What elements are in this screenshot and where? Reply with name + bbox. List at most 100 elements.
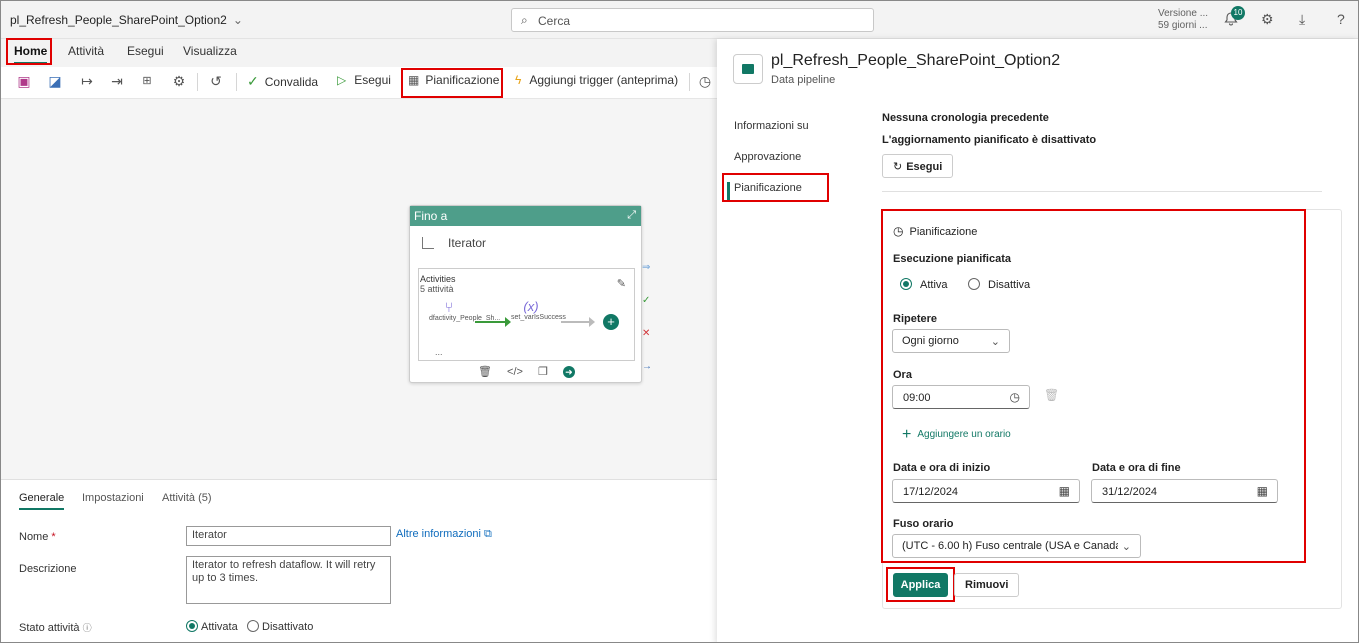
remove-button[interactable]: Rimuovi: [954, 573, 1020, 597]
tab-esegui[interactable]: Esegui: [127, 44, 164, 58]
toolbar-divider: [689, 73, 690, 91]
search-box[interactable]: ⌕ Cerca: [511, 8, 874, 32]
highlight-schedule-section: [881, 209, 1306, 563]
highlight-home-tab: [6, 38, 52, 65]
ribbon-tabs: Home Attività Esegui Visualizza: [1, 39, 717, 67]
run-button[interactable]: ▷ Esegui: [337, 73, 391, 87]
validate-button[interactable]: ✓ Convalida: [247, 73, 318, 90]
variable-icon: (x): [523, 299, 539, 314]
refresh-off-text: L'aggiornamento pianificato è disattivat…: [882, 134, 1097, 146]
more-info-text: Altre informazioni: [396, 528, 481, 540]
nav-informazioni[interactable]: Informazioni su: [734, 120, 809, 132]
search-placeholder: Cerca: [538, 14, 571, 28]
help-icon[interactable]: ?: [1337, 11, 1345, 27]
item-title-dropdown[interactable]: pl_Refresh_People_SharePoint_Option2 ⌄: [10, 13, 243, 27]
external-link-icon: ⧉: [484, 528, 492, 540]
version-line: Versione ...: [1158, 8, 1209, 19]
run-label: Esegui: [354, 73, 391, 87]
set-variable-activity[interactable]: (x) set_varIsSuccess: [511, 299, 566, 321]
required-marker: *: [51, 531, 56, 543]
divider: [882, 191, 1322, 192]
properties-pane: Generale Impostazioni Attività (5) Nome …: [1, 479, 717, 642]
more-info-link[interactable]: Altre informazioni ⧉: [396, 528, 492, 541]
more-dots: ...: [435, 347, 443, 357]
node-actions: 🗑 </> ❐ ➜: [478, 365, 587, 378]
code-icon[interactable]: </>: [507, 366, 523, 378]
edit-pencil-icon[interactable]: ✎: [617, 277, 626, 290]
activities-container[interactable]: Activities 5 attività ✎ ⑂ dfactivity_Peo…: [418, 268, 635, 361]
delete-icon[interactable]: 🗑: [478, 366, 492, 378]
save-icon[interactable]: ▣: [16, 73, 32, 89]
move-to-end-icon[interactable]: ⇥: [109, 73, 125, 89]
lightning-icon: ϟ: [515, 73, 522, 87]
add-trigger-label: Aggiungi trigger (anteprima): [529, 73, 679, 87]
iterator-label: Iterator: [448, 236, 487, 250]
tab-visualizza[interactable]: Visualizza: [183, 44, 237, 58]
panel-run-label: Esegui: [906, 161, 943, 173]
tab-attivita[interactable]: Attività: [68, 44, 104, 58]
checkmark-icon: ✓: [247, 73, 259, 89]
validate-label: Convalida: [264, 75, 319, 89]
tab-impostazioni[interactable]: Impostazioni: [82, 492, 144, 504]
highlight-schedule-button: [401, 68, 503, 98]
move-right-icon[interactable]: ↦: [79, 73, 95, 89]
pending-connector: [561, 317, 595, 327]
download-icon[interactable]: ⤓: [1299, 11, 1305, 28]
state-active-label: Attivata: [201, 621, 238, 633]
settings-gear-icon[interactable]: ⚙: [1261, 11, 1274, 28]
app-window: pl_Refresh_People_SharePoint_Option2 ⌄ ⌕ …: [0, 0, 1359, 643]
pipeline-canvas[interactable]: Fino a ⤢ Iterator Activities 5 attività …: [1, 99, 717, 479]
node-header: Fino a ⤢: [410, 206, 641, 226]
success-port-icon[interactable]: ✓: [642, 284, 652, 317]
panel-title: pl_Refresh_People_SharePoint_Option2: [771, 52, 1061, 69]
version-age: 59 giorni ...: [1158, 20, 1208, 31]
item-title: pl_Refresh_People_SharePoint_Option2: [10, 13, 227, 27]
add-trigger-button[interactable]: ϟ Aggiungi trigger (anteprima): [515, 73, 678, 87]
arrow-right-icon[interactable]: ➜: [562, 366, 575, 378]
name-label-text: Nome: [19, 531, 49, 543]
settings-panel: pl_Refresh_People_SharePoint_Option2 Dat…: [717, 39, 1358, 642]
panel-run-button[interactable]: ↻ Esegui: [882, 154, 954, 178]
info-icon: ⓘ: [82, 623, 92, 633]
description-textarea[interactable]: Iterator to refresh dataflow. It will re…: [186, 556, 391, 604]
dataflow-activity[interactable]: ⑂ dfactivity_People_Sh...: [429, 299, 500, 322]
success-connector: [475, 317, 511, 327]
undo-icon[interactable]: ↺: [208, 73, 224, 89]
activities-count: 5 attività: [420, 284, 454, 294]
settings-icon[interactable]: ⚙: [171, 73, 187, 89]
expand-icon[interactable]: ⤢: [627, 209, 636, 222]
state-active-radio[interactable]: Attivata: [186, 620, 238, 633]
node-header-label: Fino a: [414, 209, 448, 223]
failure-port-icon[interactable]: ✕: [642, 317, 652, 350]
save-as-icon[interactable]: ◪: [47, 73, 63, 89]
name-label: Nome *: [19, 531, 56, 543]
toolbar-divider: [197, 73, 198, 91]
completion-port-icon[interactable]: →: [642, 350, 652, 383]
highlight-apply-button: [886, 567, 955, 602]
iterator-row: Iterator: [422, 236, 486, 250]
top-bar: pl_Refresh_People_SharePoint_Option2 ⌄ ⌕ …: [1, 1, 1358, 39]
ribbon-toolbar: ▣ ◪ ↦ ⇥ ⊞ ⚙ ↺ ✓ Convalida ▷ Esegui ▦ Pianif…: [1, 67, 717, 99]
notifications-button[interactable]: 10: [1223, 6, 1245, 29]
copy-icon[interactable]: ❐: [538, 366, 548, 378]
iterator-icon: [422, 237, 434, 249]
chevron-down-icon: ⌄: [232, 13, 243, 27]
refresh-icon: ↻: [893, 161, 903, 173]
add-activity-icon[interactable]: +: [603, 314, 619, 330]
toolbar-divider: [236, 73, 237, 91]
tab-generale[interactable]: Generale: [19, 492, 65, 510]
activity-state-label: Stato attività ⓘ: [19, 621, 92, 634]
tab-attivita-count[interactable]: Attività (5): [162, 492, 212, 504]
version-info[interactable]: Versione ... 59 giorni ...: [1158, 8, 1208, 32]
state-inactive-radio[interactable]: Disattivato: [247, 620, 313, 633]
layout-icon[interactable]: ⊞: [139, 73, 155, 89]
skip-port-icon[interactable]: ⇒: [642, 251, 652, 284]
search-icon: ⌕: [521, 13, 528, 27]
activities-title: Activities: [420, 274, 456, 284]
until-activity-node[interactable]: Fino a ⤢ Iterator Activities 5 attività …: [409, 205, 642, 383]
nav-approvazione[interactable]: Approvazione: [734, 151, 801, 163]
name-input[interactable]: Iterator: [186, 526, 391, 546]
history-icon[interactable]: ◷: [697, 73, 713, 89]
highlight-schedule-nav: [722, 173, 829, 202]
state-inactive-label: Disattivato: [262, 621, 314, 633]
